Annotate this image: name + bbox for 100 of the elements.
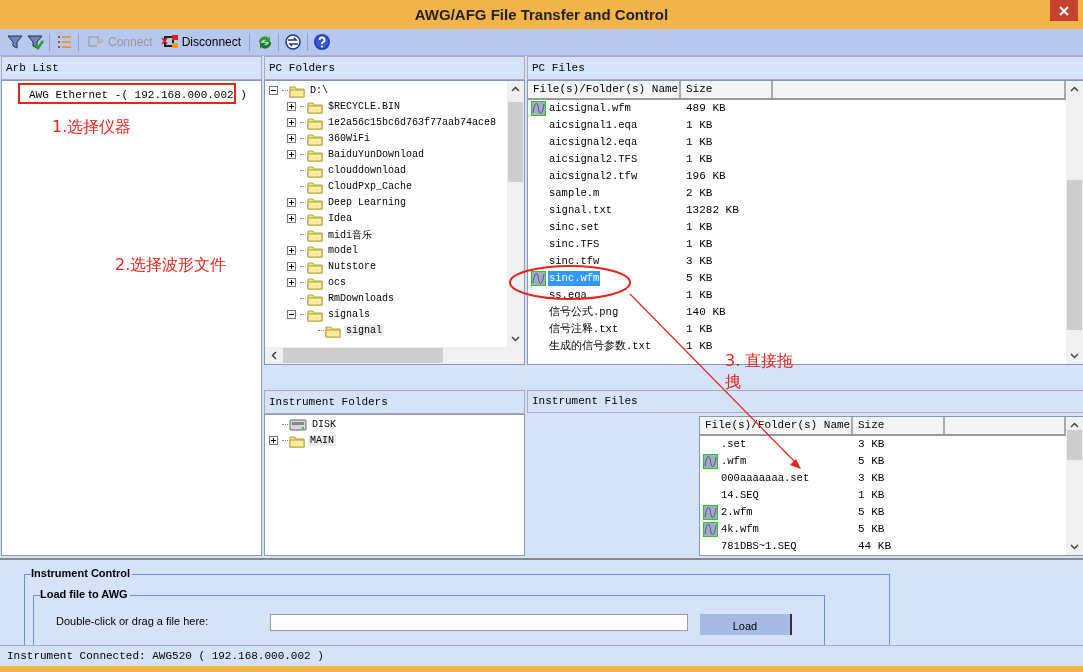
file-name[interactable]: sinc.tfw <box>548 253 601 269</box>
tree-item[interactable]: CloudPxp_Cache <box>326 181 414 192</box>
tree-item[interactable]: midi音乐 <box>326 227 374 242</box>
tree-item[interactable]: signals <box>326 309 372 320</box>
tree-item[interactable]: clouddownload <box>326 165 408 176</box>
file-name[interactable]: 信号注释.txt <box>548 321 620 337</box>
tree-item[interactable]: 360WiFi <box>326 133 372 144</box>
toolbar-button[interactable]: Disconnect <box>157 30 245 53</box>
file-size: 3 KB <box>685 255 713 267</box>
scroll-down-icon[interactable] <box>1070 352 1079 359</box>
close-button[interactable] <box>1050 0 1078 21</box>
file-name[interactable]: sinc.set <box>548 219 601 235</box>
scroll-down-icon[interactable] <box>511 335 520 342</box>
scroll-left-icon[interactable] <box>271 350 277 360</box>
annotation-text: 2.选择波形文件 <box>115 255 227 276</box>
file-name[interactable]: sample.m <box>548 185 601 201</box>
file-size: 1 KB <box>685 221 713 233</box>
file-name[interactable]: aicsignal2.eqa <box>548 134 639 150</box>
file-size: 1 KB <box>685 340 713 352</box>
collapse-icon[interactable] <box>287 310 296 319</box>
tree-item[interactable]: 1e2a56c15bc6d763f77aab74ace8 <box>326 117 499 128</box>
scrollbar[interactable] <box>1066 416 1083 555</box>
tree-item[interactable]: D:\ <box>308 85 330 96</box>
scrollbar-thumb[interactable] <box>283 347 443 363</box>
file-name[interactable]: aicsignal2.TFS <box>548 151 639 167</box>
file-name[interactable]: .wfm <box>720 453 748 469</box>
file-name[interactable]: 生成的信号参数.txt <box>548 338 653 354</box>
scrollbar-thumb[interactable] <box>1067 429 1082 460</box>
scrollbar-thumb[interactable] <box>508 101 523 182</box>
waveform-icon <box>703 504 718 520</box>
scroll-up-icon[interactable] <box>1070 421 1079 428</box>
tree-item[interactable]: Idea <box>326 213 354 224</box>
plug-icon <box>160 32 179 51</box>
file-name[interactable]: 14.SEQ <box>720 487 760 503</box>
expand-icon[interactable] <box>287 150 296 159</box>
file-size: 3 KB <box>857 472 885 484</box>
file-size: 1 KB <box>685 119 713 131</box>
tree-item[interactable]: signal <box>344 325 384 336</box>
file-name[interactable]: aicsignal1.eqa <box>548 117 639 133</box>
expand-icon[interactable] <box>287 214 296 223</box>
expand-icon[interactable] <box>287 118 296 127</box>
file-size: 5 KB <box>857 523 885 535</box>
file-name[interactable]: .set <box>720 436 748 452</box>
file-size: 1 KB <box>685 136 713 148</box>
folder-icon <box>307 275 323 290</box>
scrollbar[interactable] <box>265 346 524 364</box>
folder-icon <box>307 307 323 322</box>
file-name[interactable]: 信号公式.png <box>548 304 620 320</box>
sync-icon[interactable] <box>284 32 303 51</box>
expand-icon[interactable] <box>287 198 296 207</box>
waveform-icon <box>703 453 718 469</box>
expand-icon[interactable] <box>287 278 296 287</box>
tree-item[interactable]: $RECYCLE.BIN <box>326 101 402 112</box>
group-title: Instrument Control <box>31 566 132 579</box>
folder-icon <box>307 259 323 274</box>
expand-icon[interactable] <box>287 246 296 255</box>
load-button[interactable]: Load <box>700 613 792 635</box>
expand-icon[interactable] <box>287 262 296 271</box>
expand-icon[interactable] <box>269 436 278 445</box>
filter-check-icon[interactable] <box>26 32 44 51</box>
file-name[interactable]: 2.wfm <box>720 504 754 520</box>
file-name[interactable]: ss.eqa <box>548 287 588 303</box>
file-name[interactable]: 781DBS~1.SEQ <box>720 538 798 554</box>
list-item[interactable]: AWG Ethernet -( 192.168.000.002 ) <box>26 86 250 103</box>
expand-icon[interactable] <box>287 102 296 111</box>
column-header[interactable]: File(s)/Folder(s) Name <box>528 80 681 98</box>
tree-item[interactable]: Deep Learning <box>326 197 408 208</box>
scroll-down-icon[interactable] <box>1070 543 1079 550</box>
scrollbar-thumb[interactable] <box>1067 179 1082 330</box>
tree-item[interactable]: MAIN <box>308 435 336 446</box>
file-name[interactable]: 4k.wfm <box>720 521 760 537</box>
folder-icon <box>307 195 323 210</box>
file-name[interactable]: sinc.TFS <box>548 236 601 252</box>
folder-icon <box>307 243 323 258</box>
file-size: 196 KB <box>685 170 726 182</box>
file-name[interactable]: 000aaaaaaa.set <box>720 470 811 486</box>
tree-item[interactable]: BaiduYunDownload <box>326 149 426 160</box>
scrollbar[interactable] <box>1066 80 1083 364</box>
tree-item[interactable]: model <box>326 245 360 256</box>
expand-icon[interactable] <box>287 134 296 143</box>
folder-icon <box>307 211 323 226</box>
column-header[interactable]: Size <box>681 80 773 98</box>
folder-icon <box>307 291 323 306</box>
file-name[interactable]: aicsignal.wfm <box>548 100 632 116</box>
waveform-icon <box>703 521 718 537</box>
tree-item[interactable]: DISK <box>310 419 338 430</box>
file-name[interactable]: signal.txt <box>548 202 613 218</box>
scroll-up-icon[interactable] <box>1070 85 1079 92</box>
input-field[interactable] <box>270 613 688 631</box>
file-size: 2 KB <box>685 187 713 199</box>
tree-item[interactable]: RmDownloads <box>326 293 396 304</box>
scrollbar[interactable] <box>507 80 524 347</box>
tree-item[interactable]: Nutstore <box>326 261 378 272</box>
scroll-up-icon[interactable] <box>511 85 520 92</box>
tree-item[interactable]: ocs <box>326 277 348 288</box>
column-header[interactable]: Size <box>853 416 945 434</box>
filter-icon[interactable] <box>6 32 24 51</box>
help-icon[interactable] <box>313 32 332 51</box>
file-name[interactable]: aicsignal2.tfw <box>548 168 639 184</box>
collapse-icon[interactable] <box>269 86 278 95</box>
